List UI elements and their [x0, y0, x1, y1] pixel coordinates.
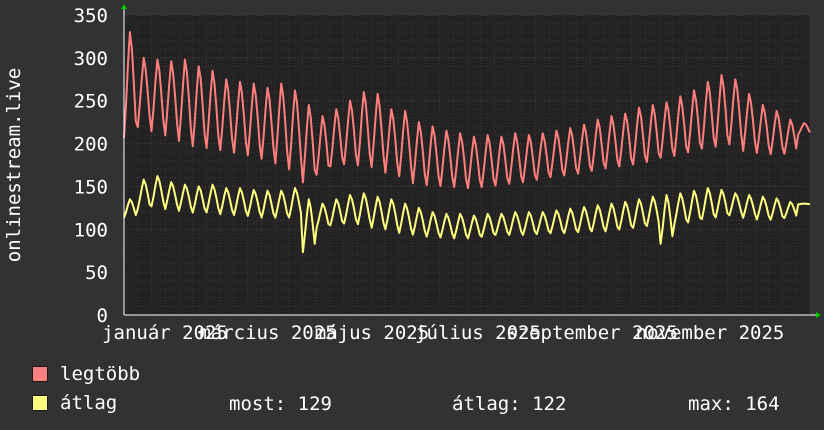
y-tick-label: 350 [74, 5, 108, 27]
legend-swatch-max [32, 366, 48, 382]
stat-current: most: 129 [229, 393, 332, 415]
stat-max: max: 164 [688, 393, 780, 415]
y-tick-label: 300 [74, 48, 108, 70]
chart-panel: 0 50 100 150 200 250 300 350 január 2025 március… [0, 0, 824, 430]
legend-item-avg: átlag [32, 392, 118, 414]
y-tick-label: 50 [85, 262, 108, 284]
y-tick-label: 100 [74, 219, 108, 241]
y-axis-arrow [121, 4, 127, 9]
x-tick-labels: január 2025március 2025május 2025július … [102, 322, 784, 344]
x-tick-label: november 2025 [636, 322, 785, 344]
y-tick-labels: 050100150200250300350 [74, 5, 108, 327]
legend-label-max: legtöbb [60, 363, 141, 385]
x-axis-arrow [816, 312, 821, 318]
y-tick-label: 150 [74, 176, 108, 198]
line-chart: 050100150200250300350 január 2025március… [3, 4, 821, 344]
y-tick-label: 200 [74, 134, 108, 156]
stat-average: átlag: 122 [452, 393, 567, 415]
legend-swatch-avg [32, 395, 48, 411]
x-tick-label: május 2025 [315, 322, 429, 344]
y-axis-label: onlinestream.live [3, 68, 25, 262]
legend-item-max: legtöbb [32, 363, 141, 385]
y-tick-label: 250 [74, 91, 108, 113]
legend-label-avg: átlag [60, 392, 118, 414]
